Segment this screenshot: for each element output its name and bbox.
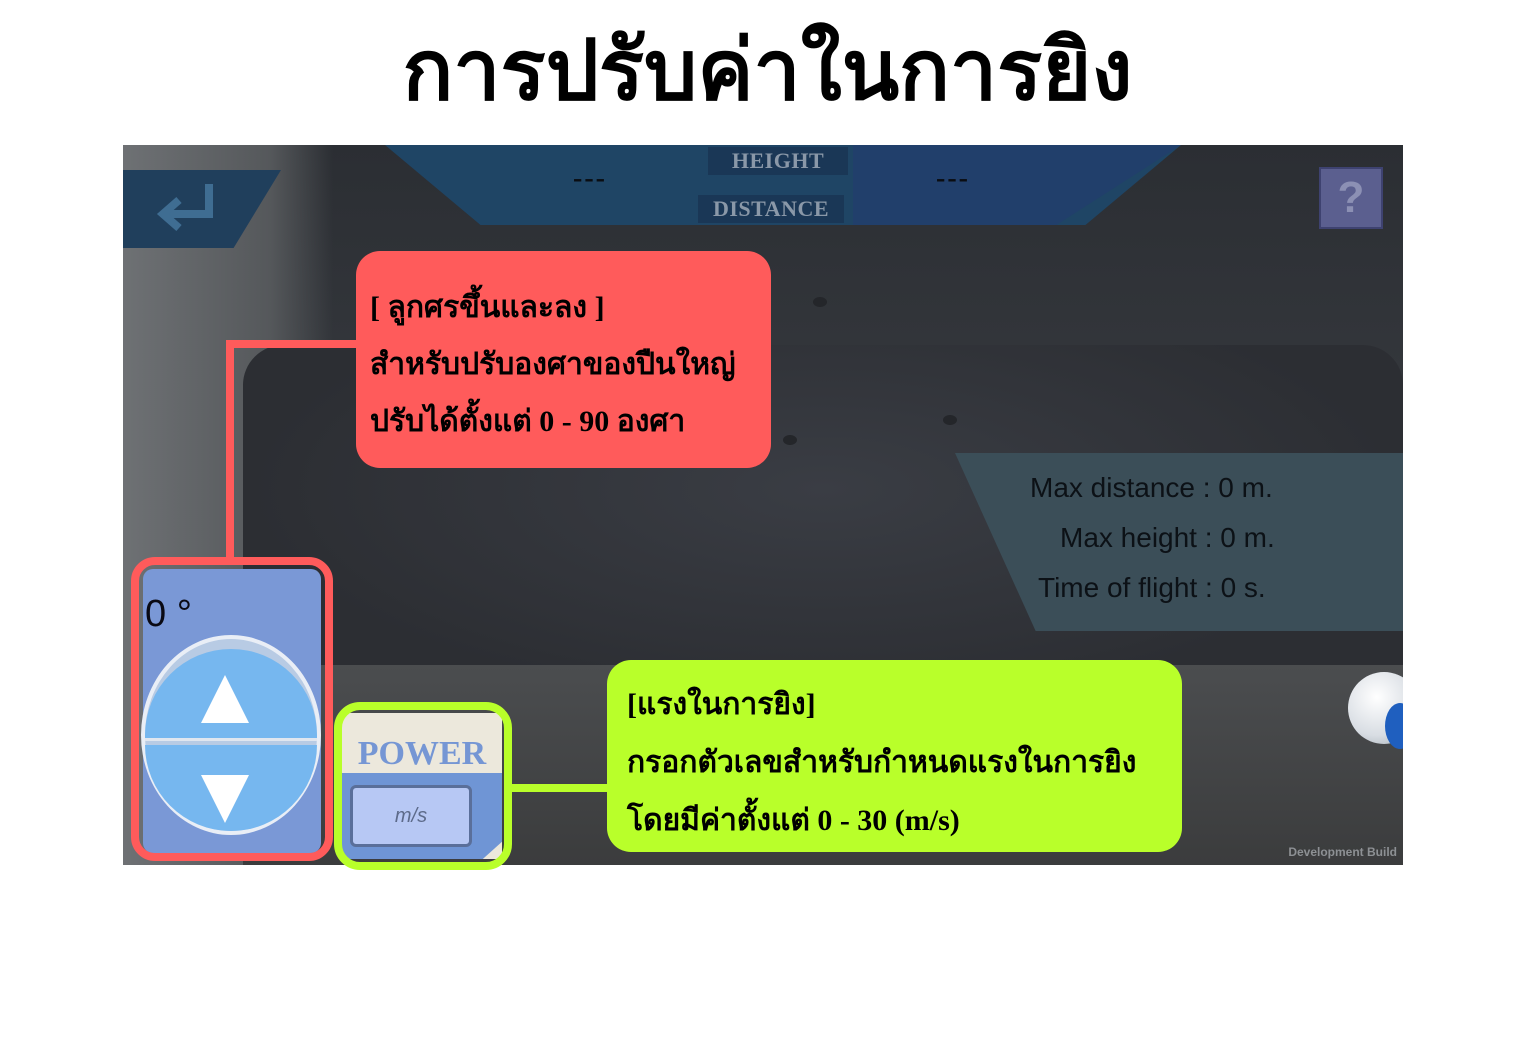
- angle-callout-title: [ ลูกศรขึ้นและลง ]: [370, 291, 605, 324]
- callout-connector-red: [226, 340, 360, 348]
- help-button[interactable]: ?: [1319, 167, 1383, 229]
- development-build-watermark: Development Build: [1288, 845, 1397, 859]
- angle-callout: [ ลูกศรขึ้นและลง ] สำหรับปรับองศาของปืนใ…: [356, 251, 771, 468]
- distance-value: ---: [936, 163, 970, 194]
- sofa-tuft: [813, 297, 827, 307]
- sofa-tuft: [783, 435, 797, 445]
- height-value: ---: [573, 163, 607, 194]
- height-label: HEIGHT: [708, 147, 848, 175]
- page-title: การปรับค่าในการยิง: [402, 25, 1133, 118]
- angle-callout-line: ปรับได้ตั้งแต่ 0 - 90 องศา: [370, 405, 686, 438]
- power-callout-line: กรอกตัวเลขสำหรับกำหนดแรงในการยิง: [627, 746, 1137, 779]
- power-control-highlight: [334, 702, 512, 870]
- return-arrow-icon: [156, 184, 213, 232]
- max-distance-text: Max distance : 0 m.: [1030, 472, 1273, 503]
- sofa-tuft: [943, 415, 957, 425]
- angle-control-highlight: [131, 557, 333, 861]
- callout-connector-green: [508, 784, 610, 792]
- time-of-flight-text: Time of flight : 0 s.: [1038, 572, 1266, 603]
- power-callout-line: โดยมีค่าตั้งแต่ 0 - 30 (m/s): [627, 804, 960, 837]
- angle-callout-line: สำหรับปรับองศาของปืนใหญ่: [370, 348, 736, 381]
- power-callout-title: [แรงในการยิง]: [627, 688, 816, 721]
- power-callout: [แรงในการยิง] กรอกตัวเลขสำหรับกำหนดแรงใน…: [607, 660, 1182, 852]
- callout-connector-red: [226, 340, 234, 560]
- max-height-text: Max height : 0 m.: [1060, 522, 1275, 553]
- distance-label: DISTANCE: [698, 195, 844, 223]
